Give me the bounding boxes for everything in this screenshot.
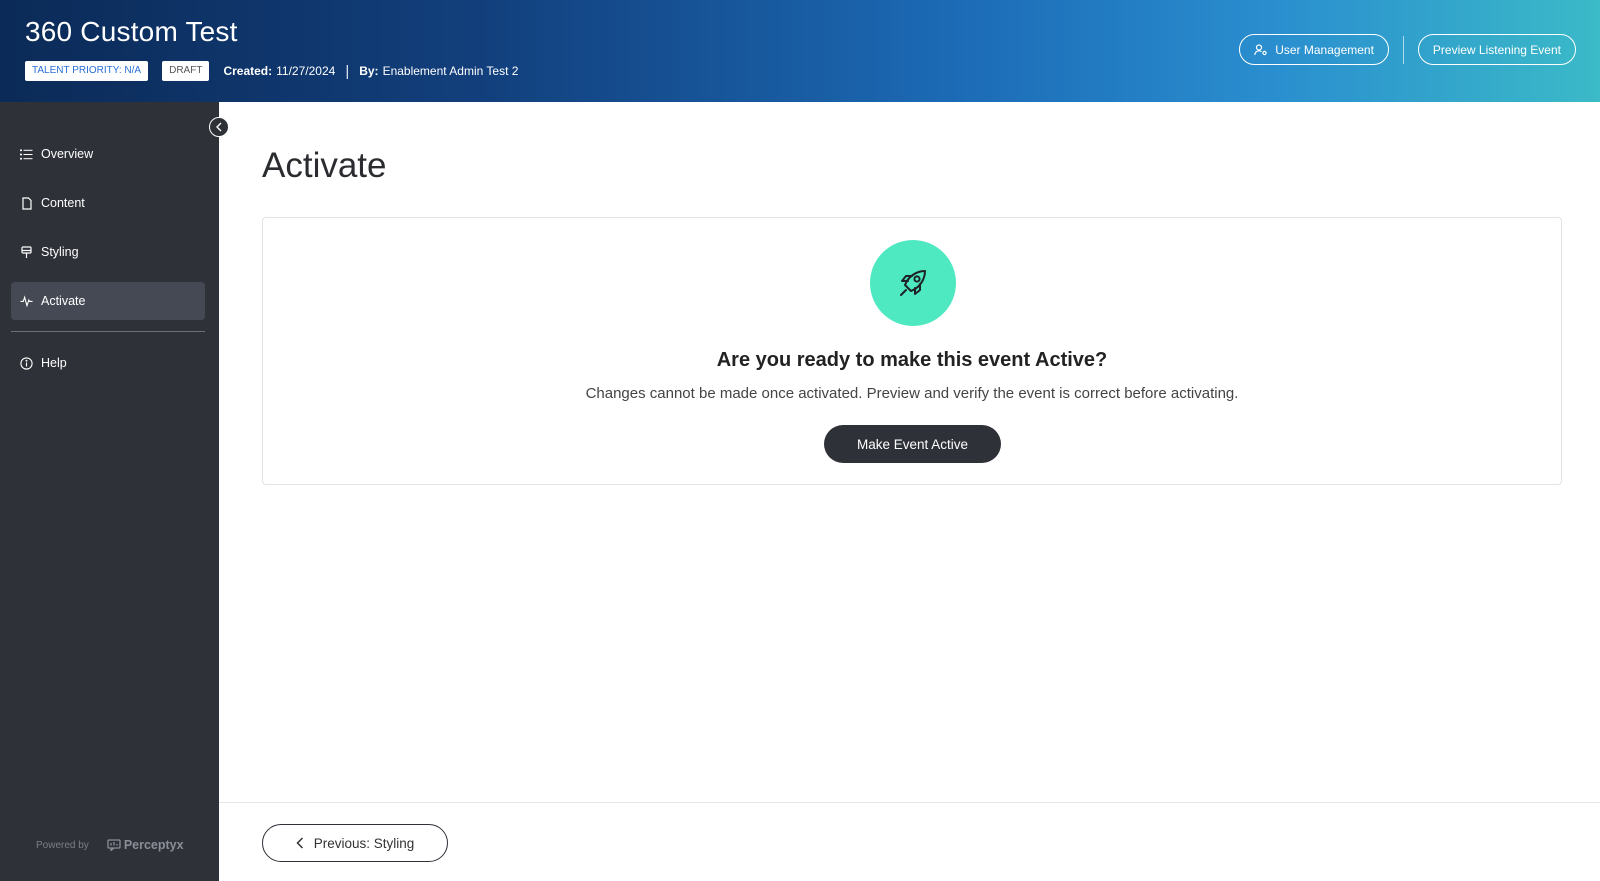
paint-brush-icon xyxy=(20,245,33,259)
user-settings-icon xyxy=(1254,43,1267,55)
make-event-active-button[interactable]: Make Event Active xyxy=(824,425,1001,463)
sidebar-item-help[interactable]: Help xyxy=(11,344,205,382)
page-title: Activate xyxy=(262,146,387,185)
header-divider xyxy=(1402,35,1404,64)
info-icon xyxy=(20,356,33,370)
sidebar-item-styling[interactable]: Styling xyxy=(11,233,205,271)
sidebar-item-content[interactable]: Content xyxy=(11,184,205,222)
pulse-icon xyxy=(20,295,33,308)
sidebar-item-label: Overview xyxy=(41,147,94,161)
powered-by: Powered by Perceptyx xyxy=(36,838,184,852)
chevron-left-icon xyxy=(216,122,222,132)
header-actions: User Management Preview Listening Event xyxy=(1239,34,1576,65)
author-label: By: xyxy=(359,64,379,78)
activate-description: Changes cannot be made once activated. P… xyxy=(585,385,1239,402)
preview-listening-event-button[interactable]: Preview Listening Event xyxy=(1417,34,1576,65)
perceptyx-logo-icon xyxy=(107,839,121,851)
brand-name: Perceptyx xyxy=(123,838,184,852)
app-header: 360 Custom Test TALENT PRIORITY: N/A DRA… xyxy=(0,0,1600,102)
status-badge: DRAFT xyxy=(162,61,210,81)
rocket-badge xyxy=(870,240,956,326)
preview-label: Preview Listening Event xyxy=(1432,42,1561,57)
sidebar-item-label: Activate xyxy=(41,294,86,308)
chevron-left-icon xyxy=(296,837,303,849)
user-management-label: User Management xyxy=(1275,42,1374,57)
brand-logo: Perceptyx xyxy=(107,838,184,852)
talent-priority-badge: TALENT PRIORITY: N/A xyxy=(25,61,149,81)
sidebar-item-label: Content xyxy=(41,196,85,210)
sidebar-item-label: Help xyxy=(41,356,67,370)
document-icon xyxy=(20,196,33,210)
user-management-button[interactable]: User Management xyxy=(1239,34,1389,65)
meta-separator: | xyxy=(345,62,350,80)
collapse-sidebar-button[interactable] xyxy=(209,117,229,137)
activate-card: Are you ready to make this event Active?… xyxy=(262,217,1562,485)
list-icon xyxy=(20,148,33,161)
powered-by-label: Powered by xyxy=(36,839,89,851)
sidebar-item-activate[interactable]: Activate xyxy=(11,282,205,320)
sidebar-divider xyxy=(11,331,205,332)
created-date: 11/27/2024 xyxy=(276,64,336,78)
page-header-title: 360 Custom Test xyxy=(25,16,238,47)
footer-divider xyxy=(219,802,1600,803)
sidebar-item-label: Styling xyxy=(41,245,79,259)
sidebar-item-overview[interactable]: Overview xyxy=(11,135,205,173)
created-label: Created: xyxy=(223,64,273,78)
rocket-icon xyxy=(900,270,926,296)
event-meta: TALENT PRIORITY: N/A DRAFT Created: 11/2… xyxy=(25,61,518,81)
previous-styling-button[interactable]: Previous: Styling xyxy=(262,824,448,862)
activate-heading: Are you ready to make this event Active? xyxy=(716,349,1108,371)
author-name: Enablement Admin Test 2 xyxy=(382,64,519,78)
previous-button-label: Previous: Styling xyxy=(313,835,415,851)
